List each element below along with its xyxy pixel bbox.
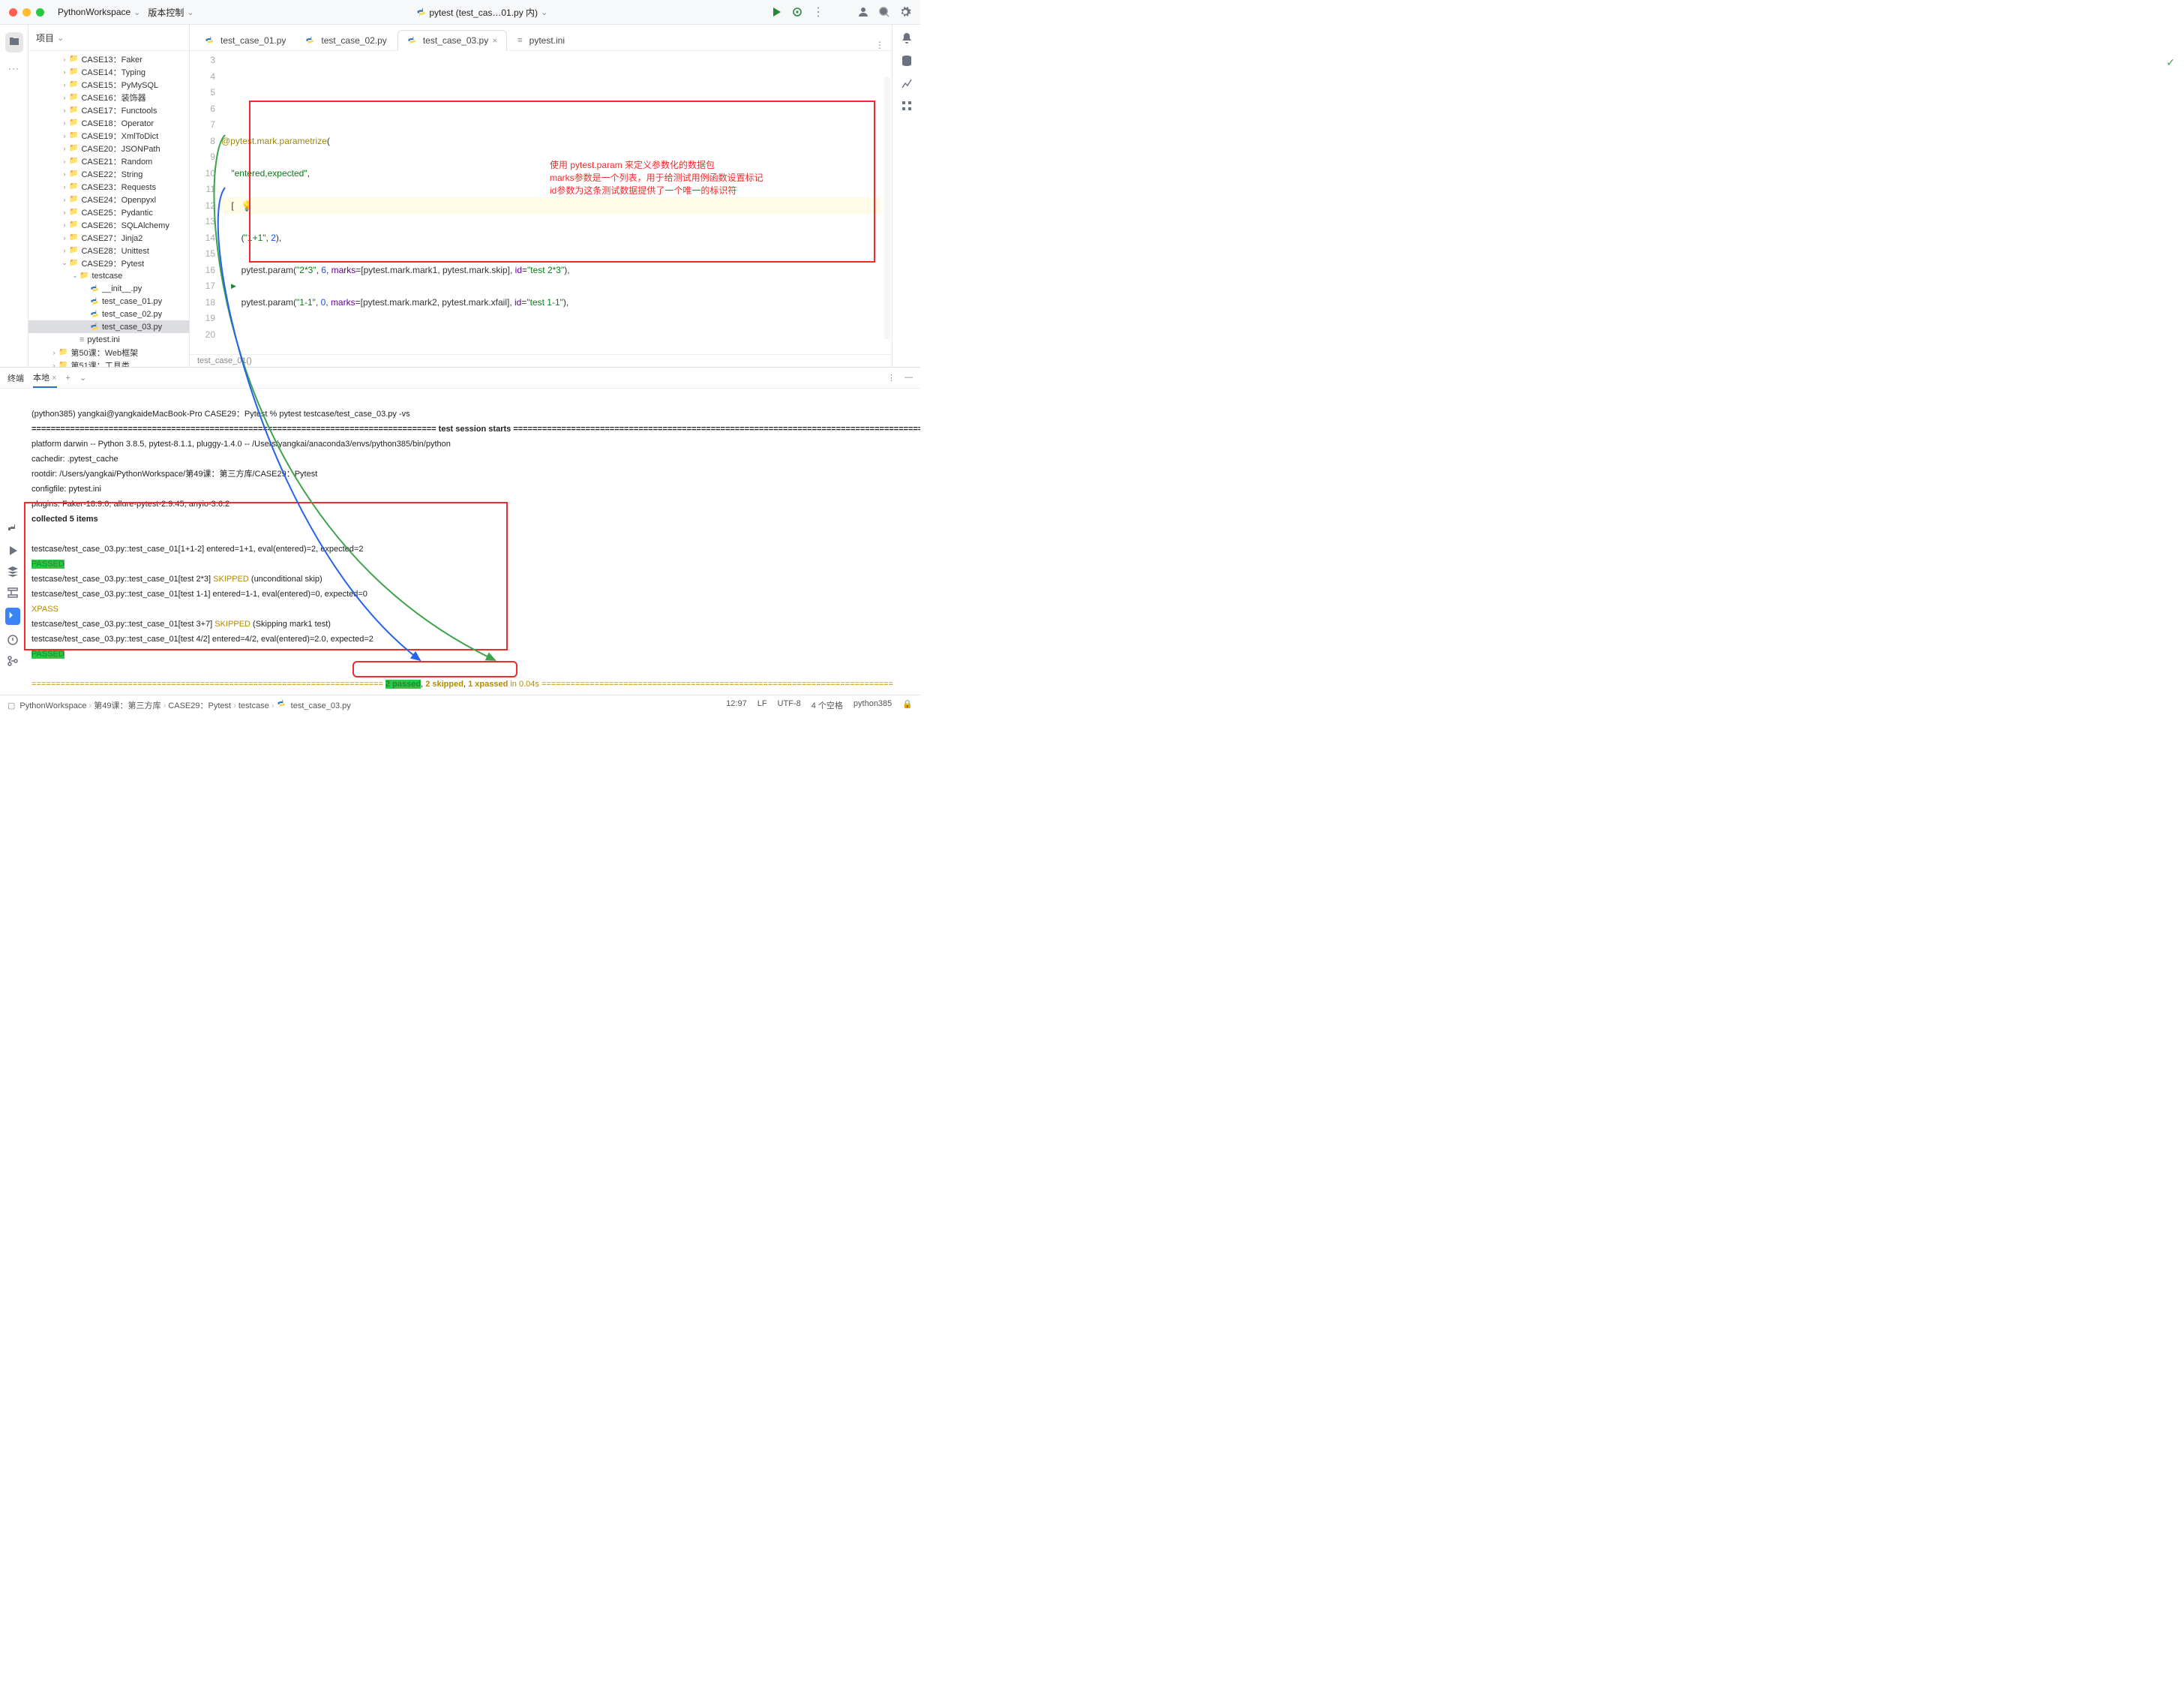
user-icon[interactable] bbox=[857, 6, 869, 18]
tabs-more-icon[interactable]: ⋮ bbox=[875, 40, 892, 50]
tree-item[interactable]: ›📁CASE27：Jinja2 bbox=[28, 231, 189, 244]
tree-item[interactable]: ›📁CASE15：PyMySQL bbox=[28, 78, 189, 91]
lock-icon[interactable]: 🔒 bbox=[902, 699, 913, 711]
tree-item[interactable]: test_case_02.py bbox=[28, 308, 189, 320]
tree-item[interactable]: ›📁CASE17：Functools bbox=[28, 104, 189, 116]
layers-icon[interactable] bbox=[7, 566, 19, 578]
editor-tabs: test_case_01.pytest_case_02.pytest_case_… bbox=[190, 25, 892, 51]
editor-breadcrumb[interactable]: test_case_01() bbox=[190, 354, 892, 367]
titlebar: PythonWorkspace 版本控制 pytest (test_cas…01… bbox=[0, 0, 920, 25]
project-panel-title: 项目 bbox=[36, 32, 54, 44]
chevron-down-icon[interactable] bbox=[57, 32, 64, 43]
tree-item[interactable]: ›📁CASE26：SQLAlchemy bbox=[28, 218, 189, 231]
chart-icon[interactable] bbox=[901, 77, 913, 89]
left-toolbar: ··· bbox=[0, 25, 28, 367]
more-icon[interactable]: ⋮ bbox=[812, 5, 824, 20]
tree-item[interactable]: test_case_01.py bbox=[28, 295, 189, 308]
tree-item[interactable]: test_case_03.py bbox=[28, 320, 189, 333]
status-encoding[interactable]: UTF-8 bbox=[778, 699, 801, 711]
run-tool-icon[interactable] bbox=[7, 545, 19, 557]
terminal-minimize-icon[interactable]: — bbox=[904, 373, 913, 383]
tree-item[interactable]: ›📁第50课：Web框架 bbox=[28, 346, 189, 359]
structure-icon[interactable] bbox=[7, 587, 19, 599]
tree-item[interactable]: ›📁CASE24：Openpyxl bbox=[28, 193, 189, 206]
window-controls[interactable] bbox=[9, 8, 44, 17]
status-bar: ▢ PythonWorkspace › 第49课：第三方库 › CASE29：P… bbox=[0, 695, 920, 715]
run-config-dropdown[interactable]: pytest (test_cas…01.py 内) bbox=[416, 6, 548, 19]
bulb-icon[interactable]: 💡 bbox=[241, 198, 253, 215]
python-icon bbox=[416, 8, 426, 17]
git-icon[interactable] bbox=[7, 655, 19, 667]
editor-tab[interactable]: test_case_03.py× bbox=[398, 30, 507, 51]
new-terminal-icon[interactable]: + bbox=[66, 374, 70, 383]
grid-icon[interactable] bbox=[901, 100, 913, 112]
terminal-more-icon[interactable]: ⋮ bbox=[887, 373, 896, 383]
status-line-sep[interactable]: LF bbox=[758, 699, 767, 711]
settings-icon[interactable] bbox=[899, 6, 911, 18]
tree-item[interactable]: ›📁CASE16：装饰器 bbox=[28, 91, 189, 104]
terminal-left-toolbar bbox=[0, 389, 26, 695]
tree-item[interactable]: ›📁第51课：工具类 bbox=[28, 359, 189, 367]
right-toolbar: ✓ bbox=[892, 25, 920, 367]
annotation-text: 使用 pytest.param 来定义参数化的数据包 marks参数是一个列表，… bbox=[550, 159, 764, 197]
project-panel: 项目 ›📁CASE13：Faker›📁CASE14：Typing›📁CASE15… bbox=[28, 25, 190, 367]
vcs-dropdown[interactable]: 版本控制 bbox=[148, 6, 194, 19]
run-icon[interactable] bbox=[770, 6, 782, 18]
tree-item[interactable]: __init__.py bbox=[28, 282, 189, 295]
editor: test_case_01.pytest_case_02.pytest_case_… bbox=[190, 25, 892, 367]
tree-item[interactable]: ›📁CASE20：JSONPath bbox=[28, 142, 189, 155]
code-area[interactable]: 34567891011121314151617▶181920 💡 @pytest… bbox=[190, 51, 892, 354]
tree-item[interactable]: ≡pytest.ini bbox=[28, 333, 189, 346]
maximize-window[interactable] bbox=[36, 8, 44, 17]
notifications-icon[interactable] bbox=[901, 32, 913, 44]
terminal-tab-local[interactable]: 本地 × bbox=[33, 368, 57, 388]
editor-tab[interactable]: ≡pytest.ini bbox=[508, 31, 574, 50]
more-tools-icon[interactable]: ··· bbox=[8, 63, 20, 74]
project-tree[interactable]: ›📁CASE13：Faker›📁CASE14：Typing›📁CASE15：Py… bbox=[28, 51, 189, 367]
terminal-dropdown-icon[interactable] bbox=[80, 373, 86, 383]
status-indent[interactable]: 4 个空格 bbox=[812, 699, 843, 711]
tree-item[interactable]: ›📁CASE23：Requests bbox=[28, 180, 189, 193]
project-tool-icon[interactable] bbox=[5, 32, 23, 53]
terminal-output[interactable]: (python385) yangkai@yangkaideMacBook-Pro… bbox=[26, 389, 920, 695]
tree-item[interactable]: ›📁CASE14：Typing bbox=[28, 65, 189, 78]
breadcrumb[interactable]: PythonWorkspace › 第49课：第三方库 › CASE29：Pyt… bbox=[20, 699, 350, 711]
tree-item[interactable]: ⌄📁CASE29：Pytest bbox=[28, 257, 189, 269]
status-interpreter[interactable]: python385 bbox=[854, 699, 892, 711]
expand-icon[interactable]: ▢ bbox=[8, 701, 15, 710]
debug-icon[interactable] bbox=[791, 6, 803, 18]
tree-item[interactable]: ›📁CASE18：Operator bbox=[28, 116, 189, 129]
tree-item[interactable]: ›📁CASE13：Faker bbox=[28, 53, 189, 65]
python-console-icon[interactable] bbox=[7, 524, 19, 536]
search-icon[interactable] bbox=[878, 6, 890, 18]
tree-item[interactable]: ⌄📁testcase bbox=[28, 269, 189, 282]
tree-item[interactable]: ›📁CASE28：Unittest bbox=[28, 244, 189, 257]
tree-item[interactable]: ›📁CASE22：String bbox=[28, 167, 189, 180]
problems-icon[interactable] bbox=[7, 634, 19, 646]
tree-item[interactable]: ›📁CASE19：XmlToDict bbox=[28, 129, 189, 142]
terminal-title[interactable]: 终端 bbox=[8, 369, 24, 387]
gutter: 34567891011121314151617▶181920 bbox=[190, 51, 221, 354]
close-window[interactable] bbox=[9, 8, 17, 17]
code[interactable]: 💡 @pytest.mark.parametrize( "entered,exp… bbox=[221, 51, 892, 354]
terminal-tool-icon[interactable] bbox=[5, 608, 20, 625]
editor-tab[interactable]: test_case_01.py bbox=[196, 31, 295, 50]
inspection-ok-icon[interactable]: ✓ bbox=[2166, 56, 2175, 69]
tree-item[interactable]: ›📁CASE25：Pydantic bbox=[28, 206, 189, 218]
tree-item[interactable]: ›📁CASE21：Random bbox=[28, 155, 189, 167]
database-icon[interactable] bbox=[901, 55, 913, 67]
project-dropdown[interactable]: PythonWorkspace bbox=[58, 7, 140, 17]
terminal-panel: 终端 本地 × + ⋮ — (python385) yangkai@yangka… bbox=[0, 367, 920, 695]
status-caret-pos[interactable]: 12:97 bbox=[726, 699, 747, 711]
minimize-window[interactable] bbox=[22, 8, 31, 17]
editor-tab[interactable]: test_case_02.py bbox=[296, 31, 395, 50]
